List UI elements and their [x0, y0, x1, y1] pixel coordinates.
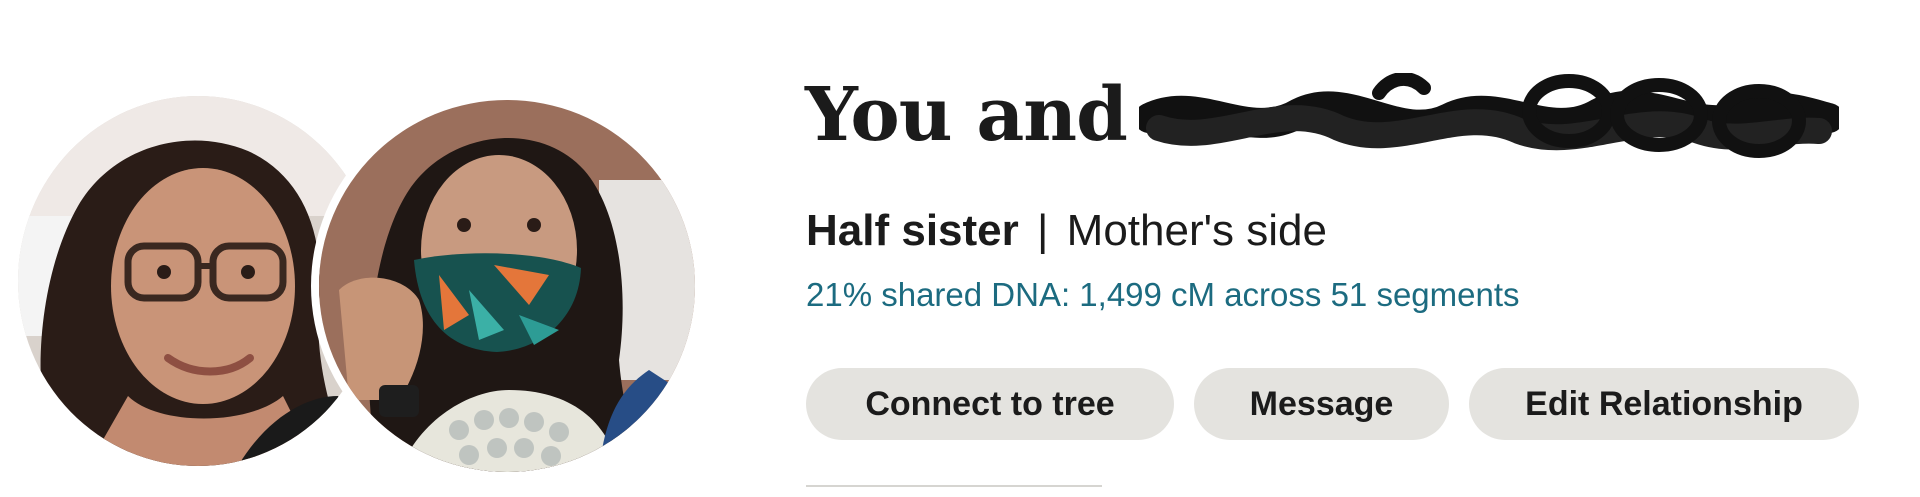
- title-row: You and: [805, 60, 1839, 170]
- shared-dna-link[interactable]: 21% shared DNA: 1,499 cM across 51 segme…: [806, 276, 1520, 314]
- relationship-line: Half sister | Mother's side: [806, 206, 1327, 256]
- message-button[interactable]: Message: [1194, 368, 1449, 440]
- redacted-name-scribble: [1138, 73, 1839, 158]
- match-avatar: [311, 92, 703, 480]
- section-divider: [806, 485, 1102, 487]
- edit-relationship-button[interactable]: Edit Relationship: [1469, 368, 1859, 440]
- page-title: You and: [805, 72, 1128, 158]
- dna-match-header: You and Half sister | Mother's side 21% …: [0, 0, 1920, 497]
- relationship-label: Half sister: [806, 206, 1019, 255]
- relationship-separator: |: [1037, 206, 1049, 255]
- action-buttons: Connect to tree Message Edit Relationshi…: [806, 368, 1859, 440]
- relationship-side: Mother's side: [1066, 206, 1327, 255]
- connect-to-tree-button[interactable]: Connect to tree: [806, 368, 1174, 440]
